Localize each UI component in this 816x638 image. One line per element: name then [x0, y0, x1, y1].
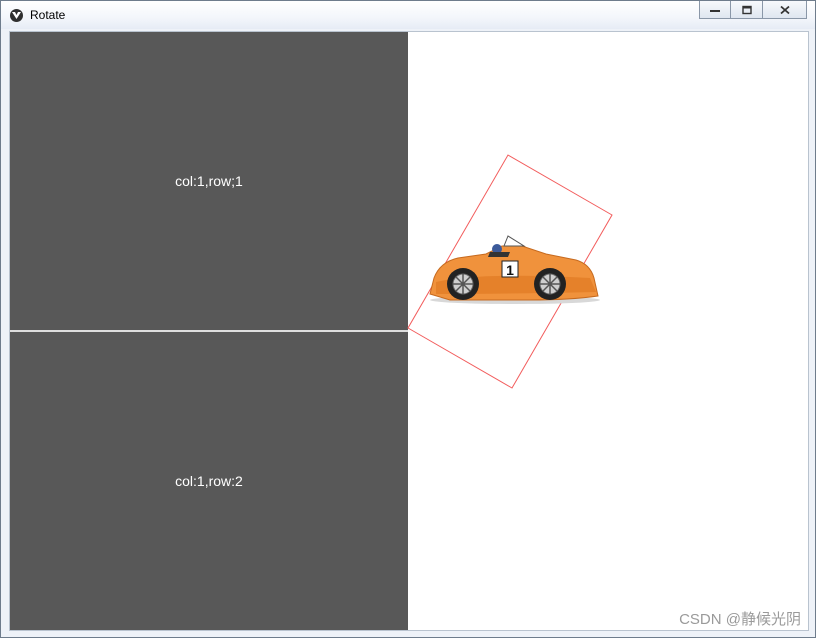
car-number: 1 [506, 262, 514, 278]
close-button[interactable] [763, 1, 807, 19]
watermark-text: CSDN @静候光阴 [679, 611, 801, 628]
close-icon [779, 5, 790, 14]
minimize-button[interactable] [699, 1, 731, 19]
rotation-bounds [407, 154, 613, 389]
client-area: col:1,row;1 col:1,row:2 1 [9, 31, 809, 631]
restore-icon [741, 5, 752, 14]
grid-cell-col1-row1: col:1,row;1 [10, 32, 408, 330]
title-bar[interactable]: Rotate [1, 1, 815, 29]
car-image: 1 [429, 235, 600, 304]
app-icon [10, 9, 23, 22]
car-wheel-rear [447, 268, 479, 300]
car-wheel-front [534, 268, 566, 300]
window-controls [699, 1, 807, 20]
minimize-icon [710, 9, 720, 12]
maximize-button[interactable] [731, 1, 763, 19]
cell-label: col:1,row:2 [175, 473, 243, 489]
app-window: Rotate col:1,row;1 col:1,row:2 1 CSDN @静… [0, 0, 816, 638]
cell-label: col:1,row;1 [175, 173, 243, 189]
grid-cell-col1-row2: col:1,row:2 [10, 332, 408, 630]
window-title: Rotate [30, 8, 66, 22]
